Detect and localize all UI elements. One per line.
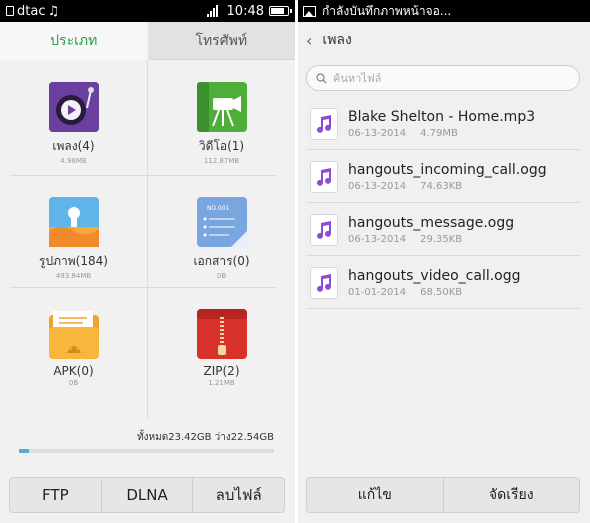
storage-summary: ทั้งหมด23.42GB ว่าง22.54GB xyxy=(137,432,274,443)
category-label: APK(0) xyxy=(53,364,94,378)
status-bar: dtac ♫ 10:48 xyxy=(0,0,295,22)
file-size: 29.35KB xyxy=(420,233,463,245)
music-note-icon xyxy=(310,107,338,140)
ftp-button[interactable]: FTP xyxy=(10,478,102,512)
music-note-icon: ♫ xyxy=(47,3,60,19)
list-item[interactable]: Blake Shelton - Home.mp3 06-13-2014 4.79M… xyxy=(298,97,590,150)
file-size: 74.63KB xyxy=(420,180,463,192)
back-chevron-icon[interactable]: ‹ xyxy=(306,31,312,50)
category-label: เอกสาร(0) xyxy=(193,254,250,268)
file-date: 01-01-2014 xyxy=(348,286,407,298)
tab-categories[interactable]: ประเภท xyxy=(0,22,148,60)
screenshot-notification-icon xyxy=(303,5,316,17)
search-icon xyxy=(316,72,327,83)
notification-text: กำลังบันทึกภาพหน้าจอ... xyxy=(322,3,452,18)
signal-icon xyxy=(206,5,218,17)
file-date: 06-13-2014 xyxy=(348,233,407,245)
bottom-toolbar: แก้ไข จัดเรียง xyxy=(306,477,580,513)
storage-usage-fill xyxy=(19,449,29,453)
file-name: Blake Shelton - Home.mp3 xyxy=(348,108,536,125)
video-camera-icon xyxy=(196,82,247,132)
category-label: วิดีโอ(1) xyxy=(198,139,245,153)
music-note-icon xyxy=(310,213,338,246)
dlna-button[interactable]: DLNA xyxy=(102,478,194,512)
file-list: Blake Shelton - Home.mp3 06-13-2014 4.79M… xyxy=(298,97,590,309)
category-label: ZIP(2) xyxy=(203,364,240,378)
tab-phone[interactable]: โทรศัพท์ xyxy=(147,22,295,60)
music-disc-icon xyxy=(48,82,99,132)
category-pictures[interactable]: รูปภาพ(184) 493.84MB xyxy=(0,175,147,285)
header: ‹ เพลง xyxy=(298,22,590,58)
music-note-icon xyxy=(310,160,338,193)
status-bar: กำลังบันทึกภาพหน้าจอ... xyxy=(298,0,590,22)
file-date: 06-13-2014 xyxy=(348,127,407,139)
carrier-name: dtac xyxy=(17,3,46,19)
clock: 10:48 xyxy=(226,3,264,19)
apk-folder-icon xyxy=(48,309,99,359)
delete-files-button[interactable]: ลบไฟล์ xyxy=(193,478,284,512)
storage-usage-bar xyxy=(19,449,274,453)
list-item[interactable]: hangouts_incoming_call.ogg 06-13-2014 74.… xyxy=(298,150,590,203)
category-apk[interactable]: APK(0) 0B xyxy=(0,287,147,397)
file-manager-categories-screen: dtac ♫ 10:48 ประเภท โทรศัพท์ เพลง(4) 4.9… xyxy=(0,0,295,523)
list-item[interactable]: hangouts_message.ogg 06-13-2014 29.35KB xyxy=(298,203,590,256)
category-size: 1.21MB xyxy=(208,379,235,387)
sort-button[interactable]: จัดเรียง xyxy=(444,478,580,512)
category-label: เพลง(4) xyxy=(52,139,95,153)
battery-icon xyxy=(269,6,292,16)
category-grid: เพลง(4) 4.96MB วิดีโอ(1) 112.87MB รูปภาพ… xyxy=(0,60,295,420)
category-size: 493.84MB xyxy=(55,272,92,280)
search-placeholder: ค้นหาไฟล์ xyxy=(333,72,382,85)
edit-button[interactable]: แก้ไข xyxy=(307,478,444,512)
search-field[interactable]: ค้นหาไฟล์ xyxy=(306,65,580,91)
category-zip[interactable]: ZIP(2) 1.21MB xyxy=(148,287,295,397)
music-file-list-screen: กำลังบันทึกภาพหน้าจอ... ‹ เพลง ค้นหาไฟล์… xyxy=(298,0,590,523)
category-size: 0B xyxy=(68,379,79,387)
list-item[interactable]: hangouts_video_call.ogg 01-01-2014 68.50K… xyxy=(298,256,590,309)
file-name: hangouts_video_call.ogg xyxy=(348,267,521,284)
category-size: 112.87MB xyxy=(203,157,240,165)
category-label: รูปภาพ(184) xyxy=(39,254,108,268)
page-title: เพลง xyxy=(322,32,352,48)
music-note-icon xyxy=(310,266,338,299)
bottom-toolbar: FTP DLNA ลบไฟล์ xyxy=(9,477,285,513)
file-size: 68.50KB xyxy=(420,286,463,298)
category-documents[interactable]: NO.001 เอกสาร(0) 0B xyxy=(148,175,295,285)
file-date: 06-13-2014 xyxy=(348,180,407,192)
picture-icon xyxy=(48,197,99,247)
sim-icon xyxy=(6,6,14,16)
category-video[interactable]: วิดีโอ(1) 112.87MB xyxy=(148,60,295,170)
tab-bar: ประเภท โทรศัพท์ xyxy=(0,22,295,60)
zip-icon xyxy=(196,309,247,359)
document-icon: NO.001 xyxy=(196,197,247,247)
file-name: hangouts_message.ogg xyxy=(348,214,515,231)
category-size: 4.96MB xyxy=(60,157,87,165)
category-music[interactable]: เพลง(4) 4.96MB xyxy=(0,60,147,170)
category-size: 0B xyxy=(216,272,227,280)
file-size: 4.79MB xyxy=(420,127,458,139)
file-name: hangouts_incoming_call.ogg xyxy=(348,161,547,178)
svg-text:NO.001: NO.001 xyxy=(207,205,230,212)
